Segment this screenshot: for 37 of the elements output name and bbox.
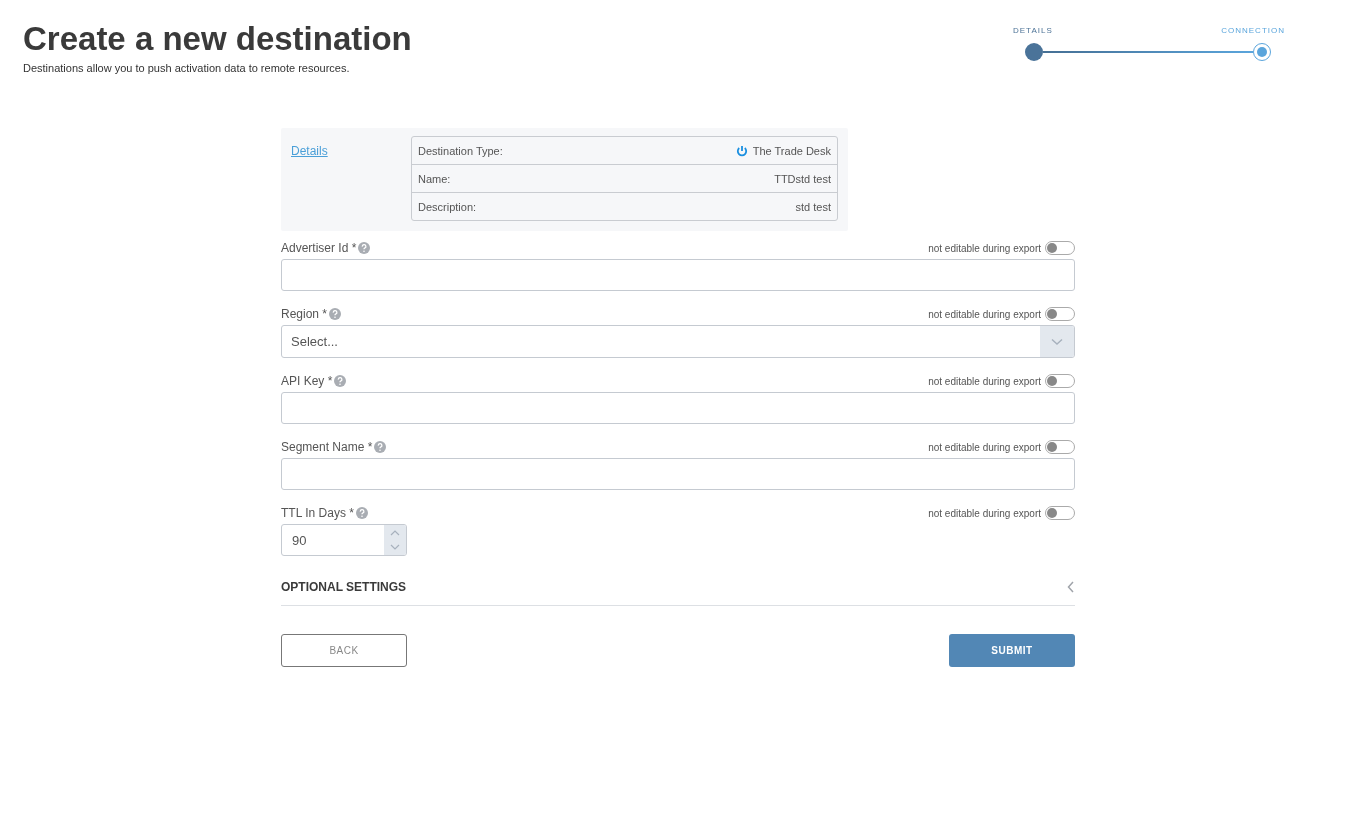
power-icon: [735, 144, 748, 157]
toggle-label: not editable during export: [928, 441, 1041, 453]
field-label: Region *: [281, 307, 328, 321]
toggle-label: not editable during export: [928, 375, 1041, 387]
summary-label: Destination Type:: [418, 144, 503, 157]
number-field[interactable]: 90: [281, 524, 407, 556]
spinner-arrows-icon[interactable]: [390, 528, 400, 552]
input-field[interactable]: [281, 458, 1075, 490]
step-label: DETAILS: [1013, 26, 1053, 35]
summary-value: std test: [795, 200, 831, 213]
back-button[interactable]: BACK: [281, 634, 407, 667]
summary-value: TTDstd test: [774, 172, 831, 185]
help-icon[interactable]: [334, 375, 347, 387]
summary-label: Description:: [418, 200, 477, 213]
toggle-label: not editable during export: [928, 242, 1041, 254]
toggle-label: not editable during export: [928, 308, 1041, 320]
page-subtitle: Destinations allow you to push activation data to remote resources.: [23, 62, 351, 74]
summary-label: Name:: [418, 172, 451, 185]
field-label: Advertiser Id *: [281, 241, 357, 255]
optional-settings-title: OPTIONAL SETTINGS: [281, 580, 407, 594]
step-label: CONNECTION: [1221, 26, 1285, 35]
optional-settings-header[interactable]: OPTIONAL SETTINGS: [281, 566, 1075, 606]
help-icon[interactable]: [355, 507, 368, 519]
summary-value: The Trade Desk: [752, 144, 831, 157]
field-label: API Key *: [281, 374, 333, 388]
select-field[interactable]: Select...: [281, 325, 1075, 358]
page-title: Create a new destination: [23, 20, 412, 58]
input-field[interactable]: [281, 259, 1075, 291]
help-icon[interactable]: [374, 441, 387, 453]
submit-button[interactable]: SUBMIT: [949, 634, 1075, 667]
toggle-label: not editable during export: [928, 507, 1041, 519]
help-icon[interactable]: [358, 242, 371, 254]
field-label: TTL In Days *: [281, 506, 354, 520]
chevron-down-icon: [1051, 337, 1063, 346]
input-field[interactable]: [281, 392, 1075, 424]
help-icon[interactable]: [329, 308, 342, 320]
field-label: Segment Name *: [281, 440, 373, 454]
